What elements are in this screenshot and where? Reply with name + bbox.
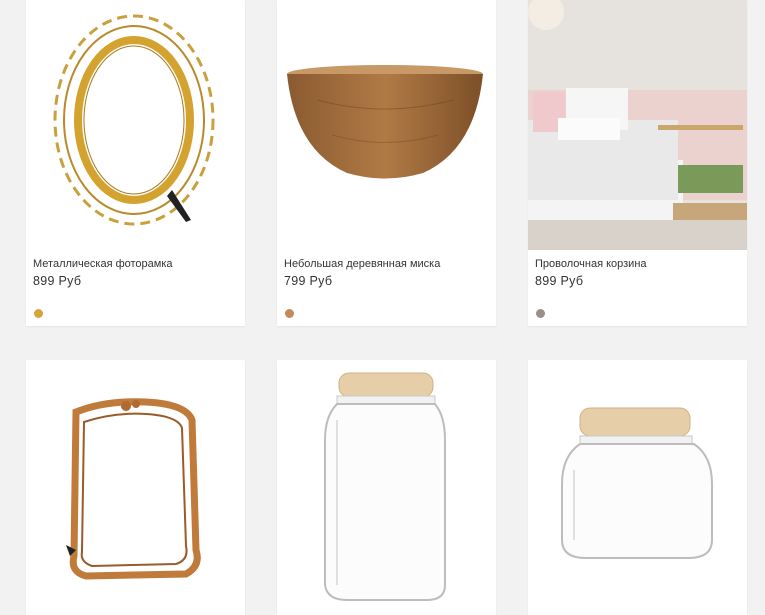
color-swatch[interactable] [34,309,43,318]
product-card[interactable] [277,360,496,615]
glass-jar-icon [324,372,446,601]
product-image[interactable] [277,360,496,615]
product-card[interactable] [26,360,245,615]
product-price: 899 Руб [33,274,82,288]
product-image[interactable] [26,360,245,615]
product-name[interactable]: Проволочная корзина [535,258,647,270]
product-card[interactable] [528,360,747,615]
product-card[interactable]: Металлическая фоторамка 899 Руб [26,0,245,326]
color-swatch[interactable] [536,309,545,318]
product-card[interactable]: Проволочная корзина 899 Руб [528,0,747,326]
product-name[interactable]: Металлическая фоторамка [33,258,173,270]
wooden-bowl-icon [287,65,483,179]
product-card[interactable]: Небольшая деревянная миска 799 Руб [277,0,496,326]
product-image[interactable] [528,360,747,615]
product-image[interactable] [277,0,496,250]
ornate-frame-icon [66,398,201,580]
product-image[interactable] [26,0,245,250]
product-price: 899 Руб [535,274,584,288]
bedroom-photo-icon [528,0,747,250]
product-image[interactable] [528,0,747,250]
glass-jar-icon [561,407,713,559]
color-swatch[interactable] [285,309,294,318]
photo-frame-icon [53,14,215,226]
product-name[interactable]: Небольшая деревянная миска [284,258,440,270]
product-price: 799 Руб [284,274,333,288]
